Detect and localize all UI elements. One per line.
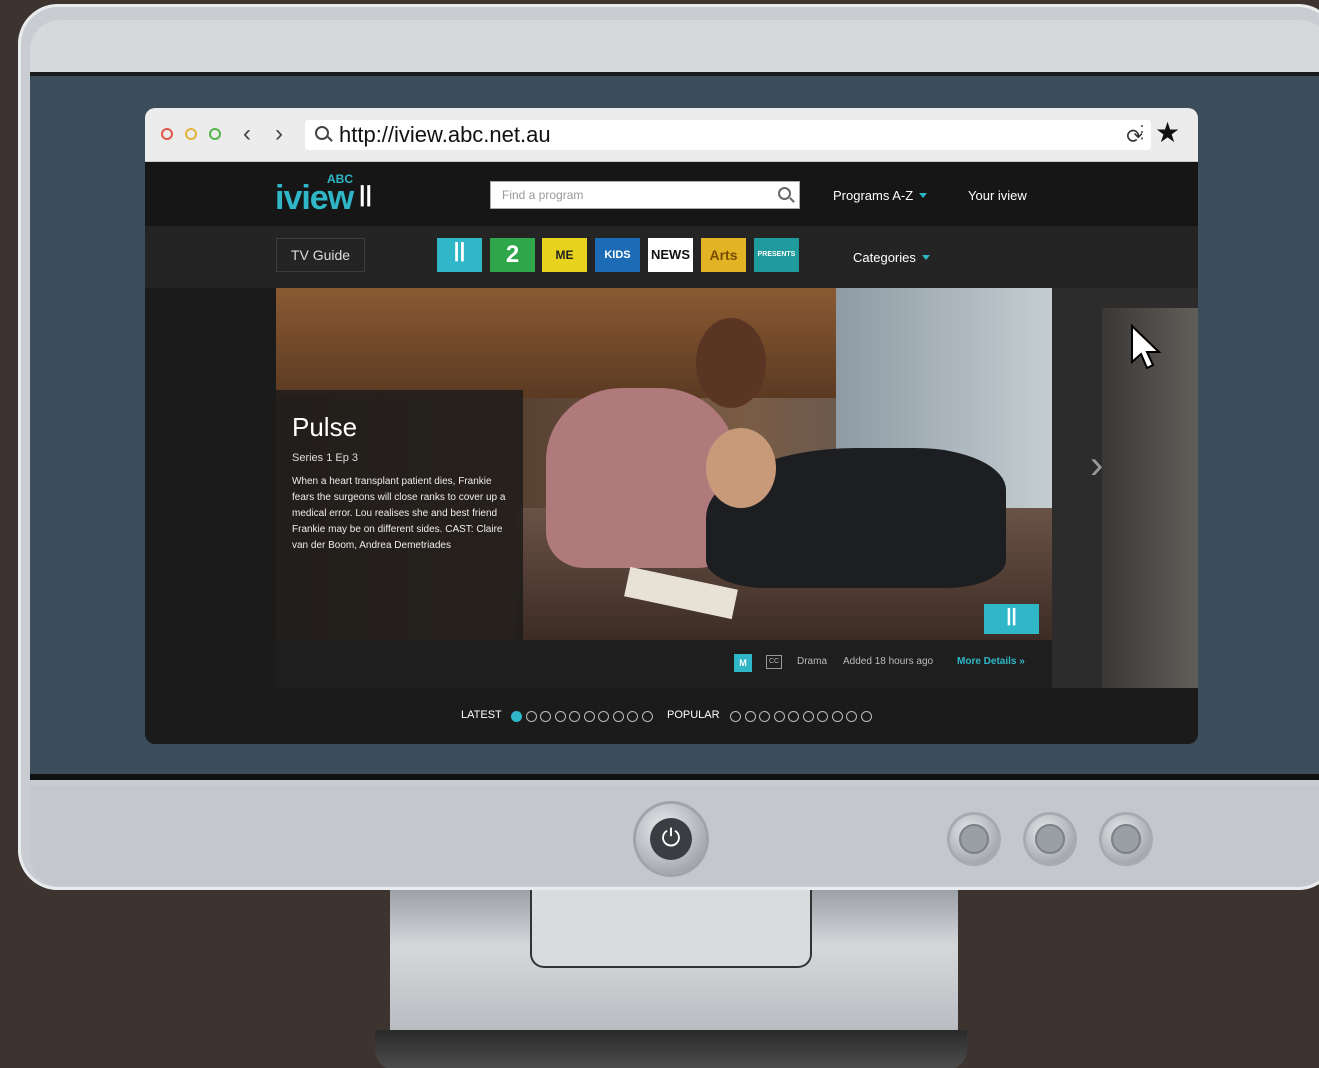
program-description: When a heart transplant patient dies, Fr… [292, 476, 506, 551]
search-icon[interactable] [778, 187, 791, 200]
site-header: ABC iview ꟾꟾ Programs A-Z Your iview [145, 162, 1198, 226]
next-slide-preview[interactable]: › [1052, 288, 1198, 688]
program-info-panel: Pulse Series 1 Ep 3 When a heart transpl… [276, 390, 523, 640]
carousel-left-gutter [145, 288, 276, 688]
caret-down-icon [919, 193, 928, 198]
carousel-dot-latest[interactable] [598, 711, 609, 722]
channel-abc[interactable]: ꟾꟾ [437, 238, 482, 272]
program-search [490, 181, 800, 209]
abc-lissajous-icon: ꟾꟾ [359, 186, 372, 211]
power-icon: ⏻ [650, 818, 692, 860]
close-window-icon[interactable] [161, 128, 173, 140]
caret-down-icon [921, 255, 930, 260]
carousel-dot-popular[interactable] [817, 711, 828, 722]
program-genre: Drama [797, 656, 828, 667]
abc-channel-badge-icon: ꟾꟾ [984, 604, 1039, 634]
program-episode: Series 1 Ep 3 [292, 452, 359, 464]
carousel-dot-latest[interactable] [627, 711, 638, 722]
carousel-dot-popular[interactable] [788, 711, 799, 722]
carousel-dot-latest[interactable] [540, 711, 551, 722]
carousel-dot-latest[interactable] [641, 711, 653, 722]
channel-bar: TV Guide ꟾꟾ 2 ME KIDS NEWS Arts PRESENTS Categ… [145, 226, 1198, 288]
address-bar[interactable]: http://iview.abc.net.au ⟳ [305, 120, 1151, 150]
bookmark-star-icon[interactable]: ★ [1155, 118, 1180, 148]
monitor-control-button[interactable] [950, 815, 998, 863]
carousel-dot-latest[interactable] [612, 711, 624, 722]
programs-az-menu[interactable]: Programs A-Z [833, 188, 928, 203]
categories-menu[interactable]: Categories [853, 250, 930, 265]
carousel-dot-popular[interactable] [831, 711, 843, 722]
hero-image-woman-head [706, 428, 776, 508]
monitor-stand-slot [530, 890, 812, 968]
search-input[interactable] [491, 182, 771, 208]
hero-image-man-head [696, 318, 766, 408]
carousel-dot-popular[interactable] [802, 711, 814, 722]
channel-news[interactable]: NEWS [648, 238, 693, 272]
carousel-dot-latest[interactable] [554, 711, 566, 722]
iview-logo[interactable]: ABC iview ꟾꟾ [275, 172, 395, 216]
power-button[interactable]: ⏻ [636, 804, 706, 874]
channel-abc-kids[interactable]: KIDS [595, 238, 640, 272]
url-text[interactable]: http://iview.abc.net.au [339, 122, 551, 148]
chevron-right-icon[interactable]: › [1090, 443, 1103, 488]
channel-abc2[interactable]: 2 [490, 238, 535, 272]
carousel-dot-popular[interactable] [730, 711, 741, 722]
carousel-dot-popular[interactable] [759, 711, 770, 722]
back-arrow-icon[interactable]: ‹ [243, 120, 251, 148]
scene: ⏻ ‹ › http://iview.abc.net.au ⟳ ⋮ ★ ABC … [0, 0, 1319, 1068]
logo-iview-text: iview [275, 179, 354, 217]
monitor-top-bezel [30, 20, 1319, 72]
browser-toolbar: ‹ › http://iview.abc.net.au ⟳ ⋮ ★ [145, 108, 1198, 162]
program-meta-bar: M CC Drama Added 18 hours ago More Detai… [276, 640, 1052, 688]
forward-arrow-icon[interactable]: › [275, 120, 283, 148]
kebab-menu-icon[interactable]: ⋮ [1133, 122, 1151, 142]
carousel-dot-latest[interactable] [569, 711, 580, 722]
rating-badge: M [734, 654, 752, 672]
channel-abc-presents[interactable]: PRESENTS [754, 238, 799, 272]
carousel-dot-popular[interactable] [860, 711, 872, 722]
latest-label[interactable]: LATEST [461, 709, 502, 721]
channel-abc-me[interactable]: ME [542, 238, 587, 272]
closed-captions-icon: CC [766, 655, 782, 669]
carousel-dot-popular[interactable] [846, 711, 857, 722]
featured-program-slide[interactable]: Pulse Series 1 Ep 3 When a heart transpl… [276, 288, 1052, 640]
popular-label[interactable]: POPULAR [667, 709, 720, 721]
carousel-pagination: LATEST POPULAR [145, 704, 1198, 728]
monitor-control-button[interactable] [1026, 815, 1074, 863]
programs-az-label: Programs A-Z [833, 188, 914, 203]
carousel-dot-popular[interactable] [773, 711, 785, 722]
carousel-dot-latest[interactable] [525, 711, 537, 722]
more-details-link[interactable]: More Details » [957, 656, 1025, 667]
channel-arts[interactable]: Arts [701, 238, 746, 272]
program-title[interactable]: Pulse [292, 412, 357, 443]
mouse-cursor-icon [1131, 324, 1162, 370]
minimize-window-icon[interactable] [185, 128, 197, 140]
program-added-time: Added 18 hours ago [843, 656, 934, 667]
carousel-dot-latest[interactable] [511, 711, 522, 722]
carousel-dot-latest[interactable] [583, 711, 595, 722]
categories-label: Categories [853, 250, 916, 265]
your-iview-link[interactable]: Your iview [968, 188, 1027, 203]
monitor-control-button[interactable] [1102, 815, 1150, 863]
browser-window: ‹ › http://iview.abc.net.au ⟳ ⋮ ★ ABC iv… [145, 108, 1198, 744]
search-icon [315, 126, 329, 140]
maximize-window-icon[interactable] [209, 128, 221, 140]
tv-guide-button[interactable]: TV Guide [276, 238, 365, 272]
carousel-dot-popular[interactable] [744, 711, 756, 722]
monitor-stand-base [375, 1030, 967, 1068]
